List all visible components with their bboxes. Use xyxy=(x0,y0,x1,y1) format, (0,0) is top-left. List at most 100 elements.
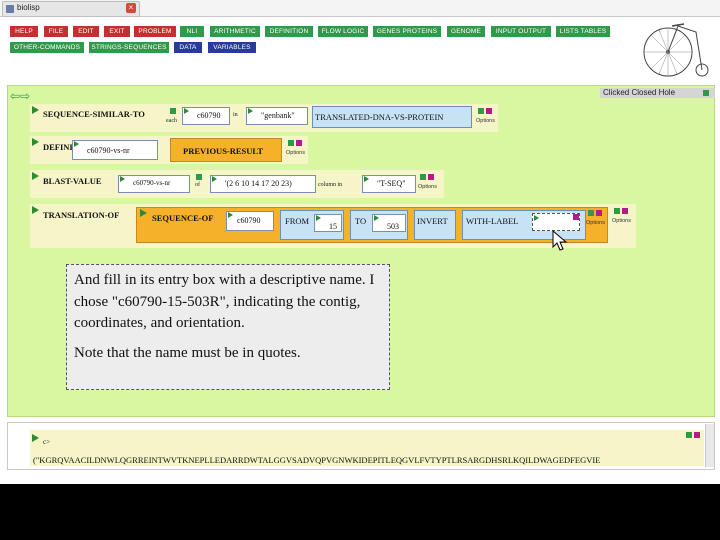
arg-flag-icon[interactable] xyxy=(374,215,379,221)
menu-file[interactable]: FILE xyxy=(44,26,68,37)
menu-lists-tables[interactable]: LISTS TABLES xyxy=(556,26,610,37)
menu-genes-proteins[interactable]: GENES PROTEINS xyxy=(373,26,441,37)
browser-tab[interactable]: biolisp × xyxy=(2,1,140,17)
control-icon[interactable] xyxy=(478,108,484,114)
menu-variables[interactable]: VARIABLES xyxy=(208,42,256,53)
close-tab-icon[interactable]: × xyxy=(126,3,136,13)
arg-box-contig[interactable]: c60790 xyxy=(226,211,274,231)
menu-edit[interactable]: EDIT xyxy=(73,26,99,37)
keyword-to: TO xyxy=(355,216,367,226)
expand-flag-icon[interactable] xyxy=(32,138,39,146)
expand-flag-icon[interactable] xyxy=(140,209,147,217)
arg-value: c60790 xyxy=(197,111,221,120)
close-control-icon[interactable] xyxy=(296,140,302,146)
close-control-icon[interactable] xyxy=(694,432,700,438)
arg-box-table[interactable]: "T-SEQ" xyxy=(362,175,416,193)
expand-flag-icon[interactable] xyxy=(32,434,39,442)
menu-nli[interactable]: NLI xyxy=(180,26,204,37)
menu-help[interactable]: HELP xyxy=(10,26,38,37)
previous-result-value: PREVIOUS-RESULT xyxy=(183,146,263,156)
menu-problem[interactable]: PROBLEM xyxy=(134,26,176,37)
expand-flag-icon[interactable] xyxy=(32,206,39,214)
arg-box-contig[interactable]: c60790 xyxy=(182,107,230,125)
control-icon[interactable] xyxy=(288,140,294,146)
arg-value: 15 xyxy=(329,222,337,231)
menu-other-commands[interactable]: OTHER-COMMANDS xyxy=(10,42,84,53)
keyword-sequence-similar-to: SEQUENCE-SIMILAR-TO xyxy=(43,109,145,119)
arg-value: c60790-vs-nr xyxy=(87,146,130,155)
invert-label: INVERT xyxy=(417,216,448,226)
column-in-label: column in xyxy=(318,182,343,188)
options-label[interactable]: Options xyxy=(586,220,605,226)
menu-definition[interactable]: DEFINITION xyxy=(265,26,313,37)
expand-flag-icon[interactable] xyxy=(32,106,39,114)
menu-genome[interactable]: GENOME xyxy=(447,26,485,37)
arg-flag-icon[interactable] xyxy=(120,176,125,182)
options-label[interactable]: Options xyxy=(418,184,437,190)
arg-flag-icon[interactable] xyxy=(248,108,253,114)
arg-flag-icon[interactable] xyxy=(228,212,233,218)
arg-box-database[interactable]: "genbank" xyxy=(246,107,308,125)
arg-value: c60790 xyxy=(237,216,261,225)
menu-flow-logic[interactable]: FLOW LOGIC xyxy=(318,26,368,37)
page-favicon-icon xyxy=(6,5,14,13)
close-control-icon[interactable] xyxy=(428,174,434,180)
result-label: c> xyxy=(43,438,51,446)
arg-box-name[interactable]: c60790-vs-nr xyxy=(72,140,158,160)
choice-value: TRANSLATED-DNA-VS-PROTEIN xyxy=(315,112,444,122)
options-label[interactable]: Options xyxy=(612,218,631,224)
arg-value: c60790-vs-nr xyxy=(133,179,171,187)
close-control-icon[interactable] xyxy=(596,210,602,216)
close-control-icon[interactable] xyxy=(622,208,628,214)
clicked-closed-hole-tab[interactable]: Clicked Closed Hole xyxy=(600,88,715,98)
penny-farthing-logo-icon xyxy=(643,23,709,77)
close-control-icon[interactable] xyxy=(573,214,579,220)
menu-strings-sequences[interactable]: STRINGS-SEQUENCES xyxy=(89,42,169,53)
each-label: each xyxy=(166,118,177,124)
keyword-blast-value: BLAST-VALUE xyxy=(43,176,102,186)
arg-value: "T-SEQ" xyxy=(377,179,406,188)
arg-value: "genbank" xyxy=(261,111,295,120)
menu-input-output[interactable]: INPUT OUTPUT xyxy=(491,26,551,37)
mouse-cursor-icon xyxy=(552,230,568,251)
control-icon[interactable] xyxy=(170,108,176,114)
arg-flag-icon[interactable] xyxy=(364,176,369,182)
back-forward-icon[interactable]: ⇦⇨ xyxy=(10,89,30,103)
tab-green-control-icon[interactable] xyxy=(703,90,709,96)
keyword-sequence-of: SEQUENCE-OF xyxy=(152,213,214,223)
options-label[interactable]: Options xyxy=(476,118,495,124)
options-label[interactable]: Options xyxy=(286,150,305,156)
protein-sequence-output: ("KGRQVAACILDNWLQGRREINTWVTKNEPLLEDARRDW… xyxy=(33,455,601,465)
title-bar: biolisp × xyxy=(0,0,720,17)
arg-flag-icon[interactable] xyxy=(316,215,321,221)
control-icon[interactable] xyxy=(614,208,620,214)
tab-title: biolisp xyxy=(17,3,40,12)
menu-exit[interactable]: EXIT xyxy=(104,26,130,37)
callout-paragraph-2: Note that the name must be in quotes. xyxy=(74,344,301,361)
keyword-from: FROM xyxy=(285,216,310,226)
arg-value: '(2 6 10 14 17 20 23) xyxy=(225,179,292,188)
arg-flag-icon[interactable] xyxy=(74,141,79,147)
control-icon[interactable] xyxy=(420,174,426,180)
arg-value: 503 xyxy=(387,222,399,231)
menu-arithmetic[interactable]: ARITHMETIC xyxy=(210,26,260,37)
arg-flag-icon[interactable] xyxy=(534,215,539,221)
control-icon[interactable] xyxy=(196,174,202,180)
expand-flag-icon[interactable] xyxy=(32,172,39,180)
control-icon[interactable] xyxy=(686,432,692,438)
keyword-translation-of: TRANSLATION-OF xyxy=(43,210,120,220)
arg-flag-icon[interactable] xyxy=(184,108,189,114)
browser-window: biolisp × HELP FILE EDIT EXIT PROBLEM NL… xyxy=(0,0,720,484)
menu-data[interactable]: DATA xyxy=(174,42,202,53)
of-label: of xyxy=(195,182,200,188)
keyword-with-label: WITH-LABEL xyxy=(466,216,519,226)
callout-paragraph-1: And fill in its entry box with a descrip… xyxy=(74,272,375,331)
close-control-icon[interactable] xyxy=(486,108,492,114)
arg-box-blast-result[interactable]: c60790-vs-nr xyxy=(118,175,190,193)
arg-flag-icon[interactable] xyxy=(212,176,217,182)
control-icon[interactable] xyxy=(588,210,594,216)
in-label: in xyxy=(233,112,238,118)
arg-box-column-list[interactable]: '(2 6 10 14 17 20 23) xyxy=(210,175,316,193)
results-scrollbar[interactable] xyxy=(705,424,714,467)
keyword-define: DEFINE xyxy=(43,142,76,152)
